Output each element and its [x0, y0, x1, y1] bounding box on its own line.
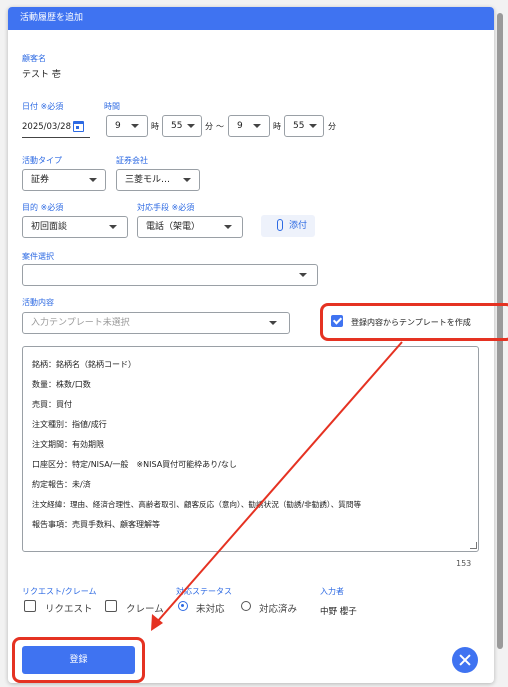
annotation-arrow-line — [156, 341, 403, 623]
annotation-arrow — [151, 341, 403, 631]
